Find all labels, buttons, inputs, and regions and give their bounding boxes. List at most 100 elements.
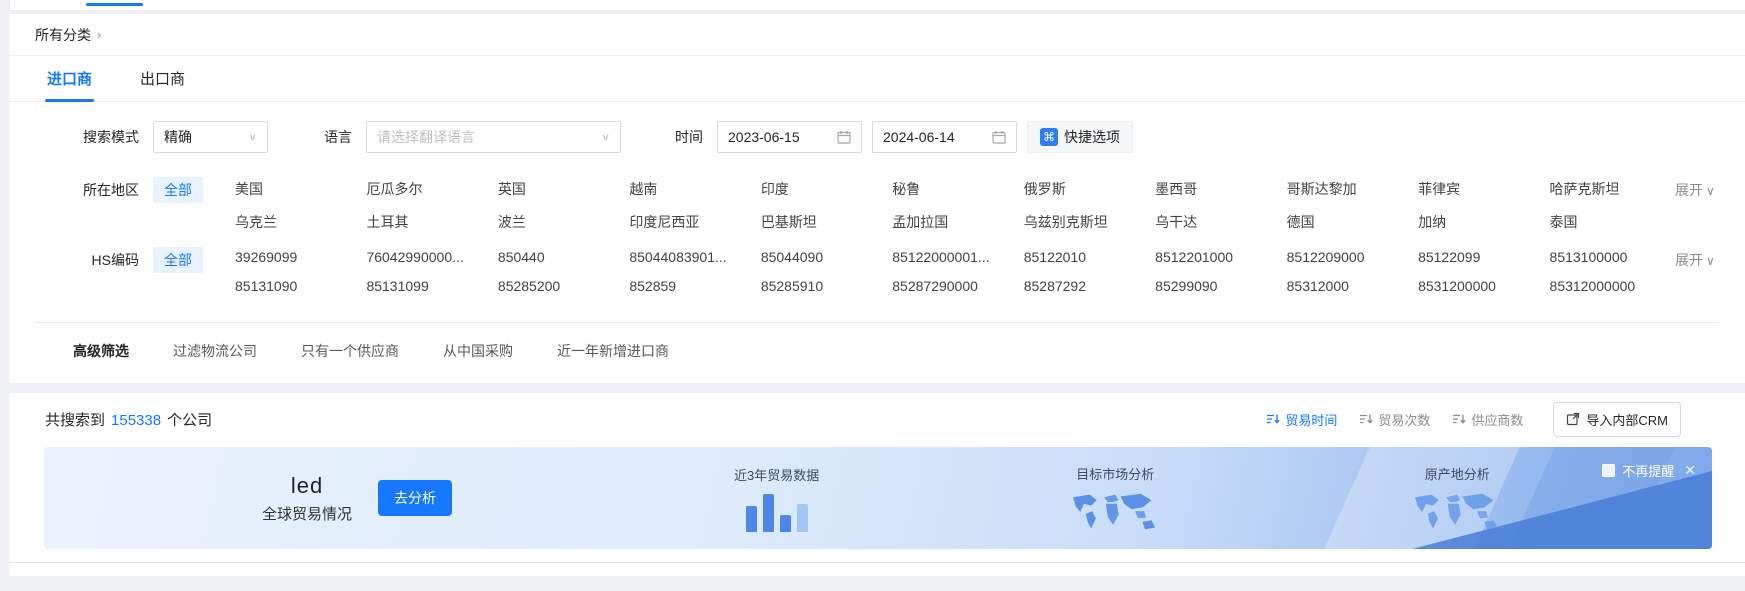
hs-option[interactable]: 85287290000 (892, 275, 1017, 294)
region-option[interactable]: 乌克兰 (235, 209, 360, 232)
hs-option[interactable]: 85131099 (366, 275, 491, 294)
hs-option[interactable]: 852859 (629, 275, 754, 294)
hs-option[interactable]: 85122010 (1024, 246, 1149, 265)
hs-option[interactable]: 85044090 (761, 246, 886, 265)
search-mode-value: 精确 (164, 127, 192, 147)
region-option[interactable]: 俄罗斯 (1024, 176, 1149, 199)
chevron-right-icon: › (97, 27, 101, 42)
hs-all-badge[interactable]: 全部 (153, 247, 203, 273)
sort-trade-time-label: 贸易时间 (1285, 410, 1337, 429)
search-mode-label: 搜索模式 (9, 127, 139, 147)
close-icon[interactable]: ✕ (1684, 462, 1696, 479)
region-option[interactable]: 哈萨克斯坦 (1550, 176, 1675, 199)
sort-supplier-count-label: 供应商数 (1471, 410, 1523, 429)
region-option[interactable]: 英国 (498, 176, 623, 199)
region-option[interactable]: 哥斯达黎加 (1287, 176, 1412, 199)
sort-icon (1266, 412, 1280, 426)
search-mode-select[interactable]: 精确 ∨ (153, 121, 268, 153)
import-crm-label: 导入内部CRM (1586, 410, 1668, 429)
region-option[interactable]: 巴基斯坦 (761, 209, 886, 232)
world-map-icon (1069, 491, 1161, 533)
bottom-divider (9, 562, 1745, 563)
region-option[interactable]: 印度尼西亚 (629, 209, 754, 232)
hs-option[interactable]: 85122000001... (892, 246, 1017, 265)
mini-bar-chart (734, 492, 819, 532)
language-select[interactable]: 请选择翻译语言 ∨ (366, 121, 621, 153)
hs-option[interactable]: 85044083901... (629, 246, 754, 265)
world-map-icon (1411, 491, 1503, 533)
hs-option[interactable]: 850440 (498, 246, 623, 265)
banner-section-title: 近3年贸易数据 (734, 465, 819, 484)
hs-option[interactable]: 85299090 (1155, 275, 1280, 294)
import-crm-button[interactable]: 导入内部CRM (1553, 402, 1681, 437)
hs-option[interactable]: 8512201000 (1155, 246, 1280, 265)
region-option[interactable]: 墨西哥 (1155, 176, 1280, 199)
region-option[interactable]: 越南 (629, 176, 754, 199)
sort-supplier-count[interactable]: 供应商数 (1452, 410, 1523, 429)
hs-option[interactable]: 76042990000... (366, 246, 491, 265)
region-all-badge[interactable]: 全部 (153, 177, 203, 203)
hs-option[interactable]: 85285910 (761, 275, 886, 294)
region-option[interactable]: 孟加拉国 (892, 209, 1017, 232)
region-option[interactable]: 菲律宾 (1418, 176, 1543, 199)
region-expand-button[interactable]: 展开∨ (1675, 176, 1745, 232)
region-option[interactable]: 美国 (235, 176, 360, 199)
tab-importers[interactable]: 进口商 (47, 56, 92, 102)
export-icon (1566, 412, 1580, 426)
sort-trade-time[interactable]: 贸易时间 (1266, 410, 1337, 429)
top-tab-strip (9, 0, 1745, 10)
results-summary: 共搜索到 155338 个公司 (45, 409, 212, 430)
filter-single-supplier-option[interactable]: 只有一个供应商 (301, 341, 399, 361)
hs-option[interactable]: 8513100000 (1550, 246, 1675, 265)
hs-option[interactable]: 8531200000 (1418, 275, 1543, 294)
region-option[interactable]: 德国 (1287, 209, 1412, 232)
hs-option[interactable]: 85312000000 (1550, 275, 1675, 294)
date-to-input[interactable]: 2024-06-14 (872, 121, 1017, 153)
tab-exporters[interactable]: 出口商 (140, 56, 185, 102)
language-label: 语言 (324, 127, 352, 147)
chevron-down-icon: ∨ (601, 131, 610, 142)
date-from-input[interactable]: 2023-06-15 (717, 121, 862, 153)
hs-options-grid: 39269099 76042990000... 850440 850440839… (235, 246, 1675, 294)
hs-expand-label: 展开 (1675, 252, 1703, 268)
region-option[interactable]: 土耳其 (366, 209, 491, 232)
region-option[interactable]: 乌兹别克斯坦 (1024, 209, 1149, 232)
language-placeholder: 请选择翻译语言 (377, 127, 475, 147)
filter-logistics-option[interactable]: 过滤物流公司 (173, 341, 257, 361)
date-from-value: 2023-06-15 (728, 129, 800, 145)
hs-option[interactable]: 85312000 (1287, 275, 1412, 294)
quick-options-button[interactable]: ⌘ 快捷选项 (1027, 121, 1133, 153)
results-suffix: 个公司 (167, 409, 212, 430)
region-option[interactable]: 秘鲁 (892, 176, 1017, 199)
sort-trade-count[interactable]: 贸易次数 (1359, 410, 1430, 429)
advanced-filter-label: 高级筛选 (73, 341, 129, 361)
hs-option[interactable]: 85131090 (235, 275, 360, 294)
filter-from-china-option[interactable]: 从中国采购 (443, 341, 513, 361)
active-tab-underline (86, 3, 143, 6)
hs-option[interactable]: 85285200 (498, 275, 623, 294)
banner-subtitle: 全球贸易情况 (262, 503, 352, 524)
region-option[interactable]: 印度 (761, 176, 886, 199)
quick-options-label: 快捷选项 (1064, 127, 1120, 147)
region-option[interactable]: 乌干达 (1155, 209, 1280, 232)
hs-option[interactable]: 85122099 (1418, 246, 1543, 265)
region-option[interactable]: 波兰 (498, 209, 623, 232)
hs-option[interactable]: 85287292 (1024, 275, 1149, 294)
breadcrumb[interactable]: 所有分类 › (35, 25, 101, 45)
region-option[interactable]: 厄瓜多尔 (366, 176, 491, 199)
banner-section-origin: 原产地分析 (1411, 464, 1503, 533)
hs-option[interactable]: 8512209000 (1287, 246, 1412, 265)
breadcrumb-row: 所有分类 › (9, 14, 1745, 56)
chevron-down-icon: ∨ (248, 131, 257, 142)
hs-option[interactable]: 39269099 (235, 246, 360, 265)
results-panel: 共搜索到 155338 个公司 贸易时间 贸易次数 供应商数 (9, 393, 1745, 576)
region-option[interactable]: 泰国 (1550, 209, 1675, 232)
dismiss-checkbox[interactable] (1602, 464, 1615, 477)
hs-expand-button[interactable]: 展开∨ (1675, 246, 1745, 294)
filter-new-importers-option[interactable]: 近一年新增进口商 (557, 341, 669, 361)
results-toolbar: 共搜索到 155338 个公司 贸易时间 贸易次数 供应商数 (9, 393, 1745, 445)
breadcrumb-label: 所有分类 (35, 25, 91, 45)
analyze-button[interactable]: 去分析 (378, 480, 452, 516)
tabs-bar: 进口商 出口商 (9, 56, 1745, 102)
region-option[interactable]: 加纳 (1418, 209, 1543, 232)
